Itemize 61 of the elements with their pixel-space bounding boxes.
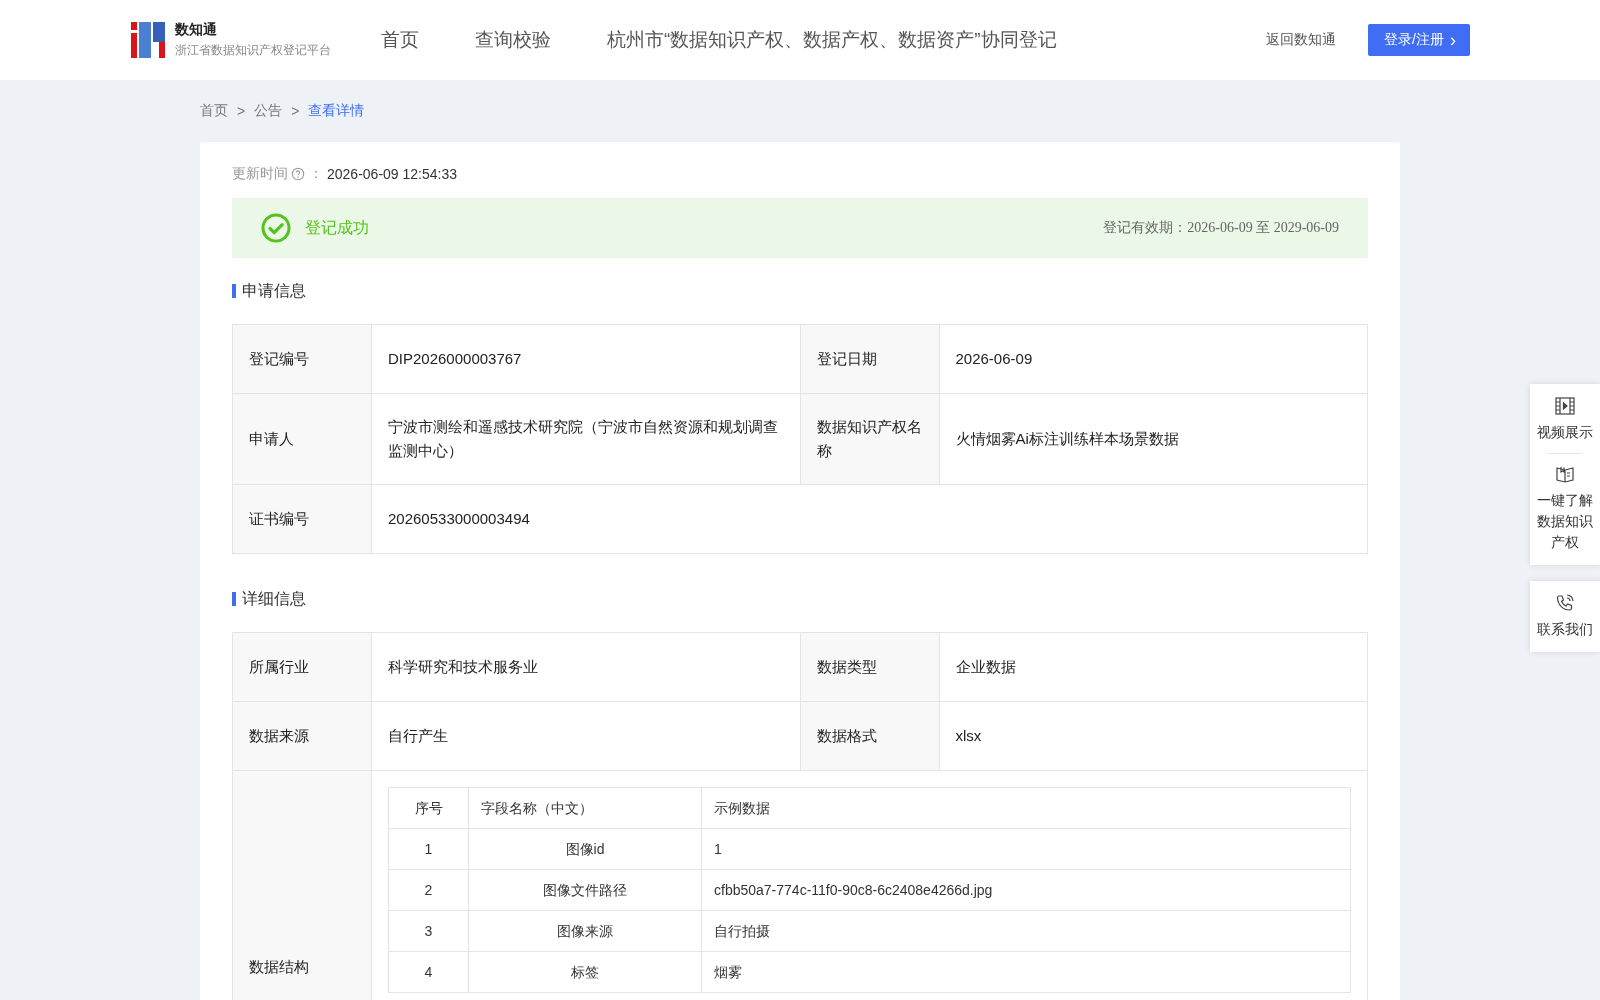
field-label: 申请人 — [232, 393, 372, 485]
field-label: 数据类型 — [800, 632, 939, 702]
table-cell: 标签 — [468, 951, 702, 993]
logo-icon — [131, 22, 165, 58]
field-value: DIP2026000003767 — [371, 324, 800, 394]
logo-subtitle: 浙江省数据知识产权登记平台 — [175, 42, 331, 59]
table-cell: cfbb50a7-774c-11f0-90c8-6c2408e4266d.jpg — [701, 869, 1351, 911]
breadcrumb-link[interactable]: 查看详情 — [308, 102, 365, 120]
nav-link[interactable]: 杭州市“数据知识产权、数据产权、数据资产”协同登记 — [607, 27, 1057, 53]
field-value: xlsx — [939, 701, 1368, 771]
status-text: 登记成功 — [305, 217, 369, 238]
table-cell: 烟雾 — [701, 951, 1351, 993]
film-icon — [1555, 396, 1575, 416]
field-label: 登记编号 — [232, 324, 372, 394]
login-button[interactable]: 登录/注册 › — [1368, 24, 1470, 56]
check-circle-icon — [261, 213, 291, 243]
breadcrumb-separator: > — [237, 103, 246, 119]
field-label: 数据格式 — [800, 701, 939, 771]
side-panel-item[interactable]: 一键了解数据知识产权 — [1530, 456, 1600, 561]
back-link[interactable]: 返回数知通 — [1266, 31, 1337, 49]
field-label: 数据来源 — [232, 701, 372, 771]
table-cell: 2 — [388, 869, 469, 911]
table-cell: 1 — [701, 828, 1351, 870]
table-cell: 3 — [388, 910, 469, 952]
colon-text: ： — [309, 165, 323, 183]
phone-icon — [1555, 593, 1575, 613]
help-icon — [291, 167, 305, 181]
table-cell: 图像来源 — [468, 910, 702, 952]
nav-link[interactable]: 首页 — [381, 27, 419, 53]
table-cell: 1 — [388, 828, 469, 870]
column-header: 示例数据 — [701, 787, 1351, 829]
column-header: 字段名称（中文） — [468, 787, 702, 829]
field-value: 科学研究和技术服务业 — [371, 632, 800, 702]
section-title: 详细信息 — [242, 588, 306, 609]
field-value: 企业数据 — [939, 632, 1368, 702]
validity-text: 登记有效期：2026-06-09 至 2029-06-09 — [1103, 219, 1339, 237]
field-label: 数据知识产权名称 — [800, 393, 939, 485]
field-value: 火情烟雾Ai标注训练样本场景数据 — [939, 393, 1368, 485]
field-label: 登记日期 — [800, 324, 939, 394]
table-cell: 4 — [388, 951, 469, 993]
table-cell: 图像文件路径 — [468, 869, 702, 911]
table-cell: 图像id — [468, 828, 702, 870]
field-value: 自行产生 — [371, 701, 800, 771]
breadcrumb-link[interactable]: 首页 — [200, 102, 228, 120]
field-label: 数据结构 — [232, 770, 372, 1000]
section-title: 申请信息 — [242, 280, 306, 301]
field-label: 证书编号 — [232, 484, 372, 554]
field-value: 20260533000003494 — [371, 484, 1368, 554]
breadcrumb-link[interactable]: 公告 — [254, 102, 283, 120]
side-panel-item[interactable]: 视频展示 — [1530, 388, 1600, 451]
logo-title: 数知通 — [175, 21, 218, 39]
nav-link[interactable]: 查询校验 — [475, 27, 551, 53]
field-value: 2026-06-09 — [939, 324, 1368, 394]
update-time: 2026-06-09 12:54:33 — [327, 166, 457, 182]
field-label: 所属行业 — [232, 632, 372, 702]
table-cell: 自行拍摄 — [701, 910, 1351, 952]
book-icon — [1555, 464, 1575, 484]
field-value: 宁波市测绘和遥感技术研究院（宁波市自然资源和规划调查监测中心） — [371, 393, 800, 485]
column-header: 序号 — [388, 787, 469, 829]
update-label: 更新时间 — [232, 165, 288, 183]
breadcrumb-separator: > — [291, 103, 300, 119]
